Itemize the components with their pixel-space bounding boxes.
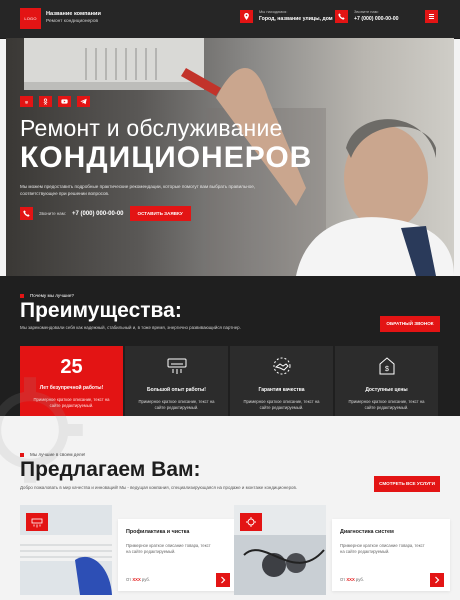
price-prefix: От — [340, 577, 346, 582]
hero-banner: в Ремонт и обслуживание КОНДИЦИОНЕРОВ Мы… — [6, 38, 454, 276]
hero-cta-row: Звоните нам: +7 (000) 000-00-00 ОСТАВИТЬ… — [20, 206, 191, 221]
hero-description: Мы можем предоставить подробные практиче… — [20, 184, 256, 196]
eyebrow-marker — [20, 452, 24, 457]
phone-icon — [335, 10, 348, 23]
cta-phone-link[interactable]: +7 (000) 000-00-00 — [72, 211, 124, 217]
price-prefix: От — [126, 577, 132, 582]
price-value: XXX — [346, 577, 355, 582]
company-name: Название компании — [46, 11, 101, 17]
eyebrow-text: Мы лучшие в своем деле! — [30, 452, 86, 457]
company-tagline: Ремонт кондиционеров — [46, 19, 99, 24]
card-title: Большой опыт работы! — [147, 387, 206, 393]
leave-request-button[interactable]: ОСТАВИТЬ ЗАЯВКУ — [129, 206, 191, 221]
address-block: Мы находимся: Город, название улицы, дом — [259, 9, 333, 23]
logo[interactable]: LOGO — [20, 8, 41, 29]
price-value: XXX — [132, 577, 141, 582]
social-links: в — [20, 96, 90, 107]
card-text: Примерное краткое описание, текст на сай… — [138, 399, 215, 410]
chevron-right-icon — [435, 576, 440, 584]
cta-caption: Звоните нам: — [39, 211, 66, 216]
price-tag-icon: $ — [379, 357, 394, 375]
address-text: Город, название улицы, дом — [259, 16, 333, 22]
hero-title-line1: Ремонт и обслуживание — [20, 115, 283, 141]
svg-text:в: в — [25, 99, 28, 104]
price-unit: руб. — [141, 577, 150, 582]
offers-title: Предлагаем Вам: — [20, 458, 201, 481]
service-title[interactable]: Диагностика систем — [340, 529, 394, 535]
service-text: Примерное краткое описание товара, текст… — [340, 543, 425, 554]
service-arrow-button[interactable] — [430, 573, 444, 587]
service-icon — [240, 513, 262, 531]
offers-subtitle: Добро пожаловать в мир качества и иннова… — [20, 485, 298, 490]
page: LOGO Название компании Ремонт кондиционе… — [0, 0, 460, 600]
card-text: Примерное краткое описание, текст на сай… — [348, 399, 425, 410]
callback-button[interactable]: ОБРАТНЫЙ ЗВОНОК — [380, 316, 440, 332]
youtube-icon[interactable] — [58, 96, 71, 107]
service-panel: Диагностика систем Примерное краткое опи… — [332, 519, 450, 591]
site-header: LOGO Название компании Ремонт кондиционе… — [0, 0, 460, 39]
hero-title-line2: КОНДИЦИОНЕРОВ — [20, 141, 313, 174]
menu-button[interactable] — [425, 10, 438, 23]
service-arrow-button[interactable] — [216, 573, 230, 587]
card-title: Гарантия качества — [258, 387, 305, 393]
air-conditioner-icon — [167, 358, 186, 374]
card-text: Примерное краткое описание, текст на сай… — [243, 399, 320, 410]
header-phone-link[interactable]: +7 (000) 000-00-00 — [354, 15, 399, 23]
all-services-button[interactable]: СМОТРЕТЬ ВСЕ УСЛУГИ — [374, 476, 440, 492]
advantages-eyebrow: Почему мы лучшие? — [20, 293, 74, 298]
service-price: От XXX руб. — [126, 577, 150, 582]
service-panel: Профилактика и чистка Примерное краткое … — [118, 519, 236, 591]
advantages-subtitle: Мы зарекомендовали себя как надежный, ст… — [20, 325, 241, 330]
service-price: От XXX руб. — [340, 577, 364, 582]
location-pin-icon — [240, 10, 253, 23]
phone-icon — [20, 207, 33, 220]
service-card: Диагностика систем Примерное краткое опи… — [234, 505, 450, 595]
service-title[interactable]: Профилактика и чистка — [126, 529, 189, 535]
chevron-right-icon — [221, 576, 226, 584]
card-title: Доступные цены — [365, 387, 408, 393]
service-card: Профилактика и чистка Примерное краткое … — [20, 505, 236, 595]
svg-text:$: $ — [385, 366, 389, 373]
eyebrow-marker — [20, 293, 24, 298]
service-icon — [26, 513, 48, 531]
service-text: Примерное краткое описание товара, текст… — [126, 543, 211, 554]
handshake-icon — [273, 357, 290, 375]
advantages-title: Преимущества: — [20, 299, 182, 322]
advantage-card: $ Доступные цены Примерное краткое описа… — [335, 346, 438, 422]
vk-icon[interactable]: в — [20, 96, 33, 107]
offers-eyebrow: Мы лучшие в своем деле! — [20, 452, 85, 457]
company-block: Название компании Ремонт кондиционеров — [46, 10, 101, 26]
price-unit: руб. — [355, 577, 364, 582]
eyebrow-text: Почему мы лучшие? — [30, 293, 74, 298]
telegram-icon[interactable] — [77, 96, 90, 107]
phone-block: Звоните нам: +7 (000) 000-00-00 — [354, 9, 399, 23]
advantage-card: Гарантия качества Примерное краткое опис… — [230, 346, 333, 422]
ok-icon[interactable] — [39, 96, 52, 107]
advantage-card: Большой опыт работы! Примерное краткое о… — [125, 346, 228, 422]
